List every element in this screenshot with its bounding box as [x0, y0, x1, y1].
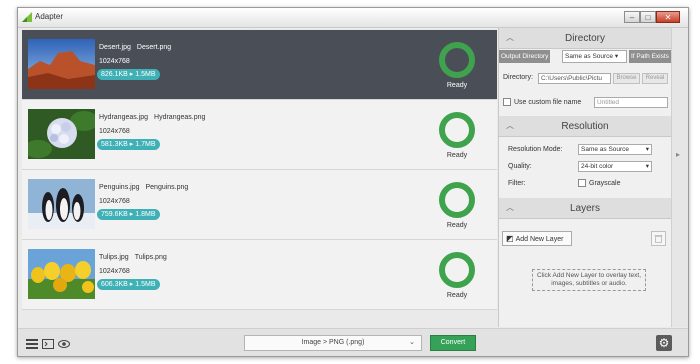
directory-label: Directory: [503, 74, 533, 81]
file-row[interactable]: Tulips.jpg Tulips.png 1024x768 606.3KB ▸ … [22, 240, 497, 310]
add-new-layer-button[interactable]: ◩ Add New Layer [502, 231, 572, 246]
image-dimensions: 1024x768 [99, 198, 130, 205]
filter-label: Filter: [508, 180, 526, 187]
add-layer-icon: ◩ [506, 234, 514, 243]
gear-icon[interactable]: ⚙ [656, 335, 672, 351]
custom-name-label: Use custom file name [514, 99, 582, 106]
grayscale-label: Grayscale [589, 180, 621, 187]
scroll-grip-icon: ▸ [676, 150, 681, 159]
status-label: Ready [446, 222, 468, 229]
size-badge: 759.6KB ▸ 1.8MB [97, 209, 160, 220]
size-badge: 826.1KB ▸ 1.5MB [97, 69, 160, 80]
preview-eye-icon[interactable] [58, 339, 70, 349]
resolution-mode-label: Resolution Mode: [508, 146, 563, 153]
file-names: Hydrangeas.jpg Hydrangeas.png [99, 114, 211, 121]
window-title: Adapter [35, 12, 64, 21]
image-dimensions: 1024x768 [99, 58, 130, 65]
close-button[interactable]: ✕ [656, 11, 680, 23]
if-path-exists-option[interactable]: If Path Exists [629, 50, 671, 63]
output-format-value: Image > PNG (.png) [301, 339, 365, 346]
hydrangeas-thumbnail [28, 109, 95, 159]
resolution-section-header[interactable]: ︿ Resolution [499, 116, 671, 137]
browse-button[interactable]: Browse [613, 73, 640, 84]
custom-name-field[interactable]: Untitled [594, 97, 668, 108]
source-filename: Tulips.jpg [99, 254, 129, 261]
section-title: Layers [569, 203, 600, 214]
file-list: Desert.jpg Desert.png 1024x768 826.1KB ▸ … [22, 30, 497, 326]
ready-ring-icon [439, 42, 475, 78]
settings-panel: ︿ Directory Output Directory Same as Sou… [498, 28, 671, 327]
section-title: Resolution [561, 121, 609, 132]
tulips-thumbnail [28, 249, 95, 299]
layers-hint: Click Add New Layer to overlay text, ima… [532, 269, 646, 291]
chevron-down-icon: ▾ [614, 53, 619, 60]
desert-thumbnail [28, 39, 95, 89]
file-row[interactable]: Hydrangeas.jpg Hydrangeas.png 1024x768 58… [22, 100, 497, 170]
file-names: Tulips.jpg Tulips.png [99, 254, 173, 261]
output-directory-value: Same as Source [565, 53, 614, 60]
source-filename: Penguins.jpg [99, 184, 140, 191]
reveal-button[interactable]: Reveal [642, 73, 668, 84]
size-badge: 606.3KB ▸ 1.5MB [97, 279, 160, 290]
image-dimensions: 1024x768 [99, 268, 130, 275]
layers-section-header[interactable]: ︿ Layers [499, 198, 671, 219]
panel-scrollbar[interactable]: ▸ [671, 28, 688, 327]
status-label: Ready [446, 152, 468, 159]
quality-label: Quality: [508, 163, 532, 170]
ready-ring-icon [439, 252, 475, 288]
output-filename: Desert.png [136, 44, 172, 51]
size-badge: 581.3KB ▸ 1.7MB [97, 139, 160, 150]
directory-path-field[interactable]: C:\Users\Public\Pictu [538, 73, 611, 84]
output-directory-label: Output Directory [499, 50, 551, 63]
source-filename: Desert.jpg [99, 44, 131, 51]
add-layer-label: Add New Layer [515, 236, 564, 243]
file-names: Desert.jpg Desert.png [99, 44, 177, 51]
resolution-mode-value: Same as Source [581, 146, 630, 153]
status-label: Ready [446, 82, 468, 89]
grayscale-checkbox[interactable] [578, 179, 586, 187]
chevron-down-icon: ⌄ [409, 339, 415, 346]
minimize-button[interactable]: – [624, 11, 640, 23]
output-format-select[interactable]: Image > PNG (.png) ⌄ [244, 335, 422, 351]
app-window: Adapter – □ ✕ Desert.jpg Desert.png 1024x… [17, 7, 689, 357]
ready-ring-icon [439, 182, 475, 218]
list-view-icon[interactable] [26, 339, 38, 349]
terminal-view-icon[interactable] [42, 339, 54, 349]
quality-select[interactable]: 24-bit color ▾ [578, 161, 652, 172]
directory-section-header[interactable]: ︿ Directory [499, 28, 671, 49]
custom-name-checkbox[interactable] [503, 98, 511, 106]
app-logo-icon [22, 12, 32, 22]
section-title: Directory [564, 33, 605, 44]
chevron-down-icon: ▾ [645, 146, 649, 153]
file-names: Penguins.jpg Penguins.png [99, 184, 194, 191]
output-directory-select[interactable]: Same as Source ▾ [562, 50, 627, 63]
file-row[interactable]: Desert.jpg Desert.png 1024x768 826.1KB ▸ … [22, 30, 497, 100]
image-dimensions: 1024x768 [99, 128, 130, 135]
source-filename: Hydrangeas.jpg [99, 114, 149, 121]
output-filename: Penguins.png [145, 184, 189, 191]
status-label: Ready [446, 292, 468, 299]
trash-icon[interactable] [651, 231, 666, 246]
penguins-thumbnail [28, 179, 95, 229]
maximize-button[interactable]: □ [640, 11, 656, 23]
output-filename: Hydrangeas.png [154, 114, 206, 121]
bottom-toolbar: Image > PNG (.png) ⌄ Convert ⚙ [18, 328, 688, 356]
resolution-mode-select[interactable]: Same as Source ▾ [578, 144, 652, 155]
chevron-down-icon: ▾ [645, 163, 649, 170]
quality-value: 24-bit color [581, 163, 614, 170]
file-row[interactable]: Penguins.jpg Penguins.png 1024x768 759.6K… [22, 170, 497, 240]
title-bar: Adapter – □ ✕ [18, 8, 688, 28]
output-filename: Tulips.png [134, 254, 167, 261]
ready-ring-icon [439, 112, 475, 148]
convert-button[interactable]: Convert [430, 335, 476, 351]
